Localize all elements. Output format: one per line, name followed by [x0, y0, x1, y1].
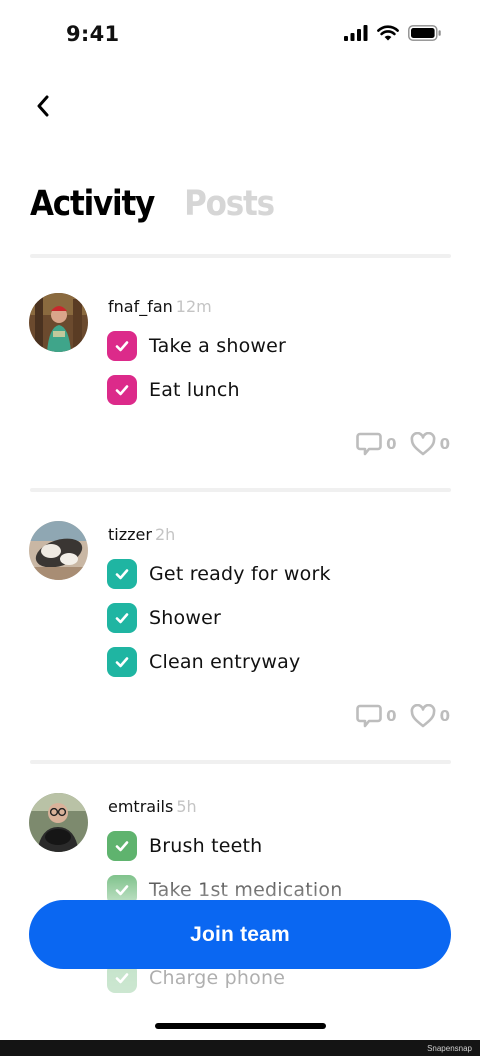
divider [30, 760, 451, 764]
task-item: Brush teeth [107, 831, 262, 861]
avatar[interactable] [29, 293, 88, 352]
avatar[interactable] [29, 521, 88, 580]
back-button[interactable] [28, 90, 58, 122]
wifi-icon [377, 25, 399, 41]
task-label: Brush teeth [149, 835, 263, 857]
like-count: 0 [439, 707, 450, 725]
task-label: Get ready for work [149, 563, 331, 585]
status-time: 9:41 [66, 22, 120, 46]
tab-bar: Activity Posts [30, 184, 275, 224]
post-header: tizzer 2h [108, 525, 175, 544]
task-label: Shower [149, 607, 221, 629]
task-label: Charge phone [149, 967, 286, 989]
check-icon [107, 331, 137, 361]
check-icon [107, 375, 137, 405]
comment-button[interactable]: 0 [356, 703, 397, 729]
heart-icon [410, 432, 435, 456]
reactions: 0 0 [356, 703, 450, 729]
comment-count: 0 [386, 707, 397, 725]
username[interactable]: emtrails [108, 797, 173, 816]
bottom-bar [0, 1040, 480, 1056]
divider [30, 254, 451, 258]
check-icon [107, 831, 137, 861]
like-button[interactable]: 0 [410, 432, 450, 456]
chevron-left-icon [37, 95, 49, 117]
check-icon [107, 647, 137, 677]
comment-button[interactable]: 0 [356, 431, 397, 457]
timestamp: 12m [175, 297, 212, 316]
join-team-button[interactable]: Join team [29, 900, 451, 969]
battery-icon [408, 25, 441, 41]
username[interactable]: fnaf_fan [108, 297, 173, 316]
task-label: Eat lunch [149, 379, 240, 401]
home-indicator [155, 1023, 326, 1029]
task-item: Eat lunch [107, 375, 240, 405]
task-item: Clean entryway [107, 647, 300, 677]
status-icons [344, 25, 442, 41]
check-icon [107, 603, 137, 633]
tab-posts[interactable]: Posts [184, 184, 275, 224]
timestamp: 5h [176, 797, 197, 816]
task-label: Take a shower [149, 335, 287, 357]
task-label: Clean entryway [149, 651, 301, 673]
username[interactable]: tizzer [108, 525, 152, 544]
avatar[interactable] [29, 793, 88, 852]
task-label: Take 1st medication [149, 879, 343, 901]
heart-icon [410, 704, 435, 728]
task-item: Take a shower [107, 331, 286, 361]
timestamp: 2h [154, 525, 176, 544]
comment-icon [356, 704, 382, 728]
reactions: 0 0 [356, 431, 450, 457]
watermark: Snapensnap [427, 1044, 472, 1053]
task-item: Shower [107, 603, 221, 633]
task-item: Get ready for work [107, 559, 331, 589]
post-header: fnaf_fan 12m [108, 297, 212, 316]
tab-activity[interactable]: Activity [30, 184, 155, 224]
status-bar: 9:41 [0, 0, 480, 70]
signal-icon [344, 25, 368, 41]
comment-count: 0 [386, 435, 397, 453]
comment-icon [356, 432, 382, 456]
like-button[interactable]: 0 [410, 704, 450, 728]
check-icon [107, 559, 137, 589]
post-header: emtrails 5h [108, 797, 197, 816]
divider [30, 488, 451, 492]
like-count: 0 [439, 435, 450, 453]
